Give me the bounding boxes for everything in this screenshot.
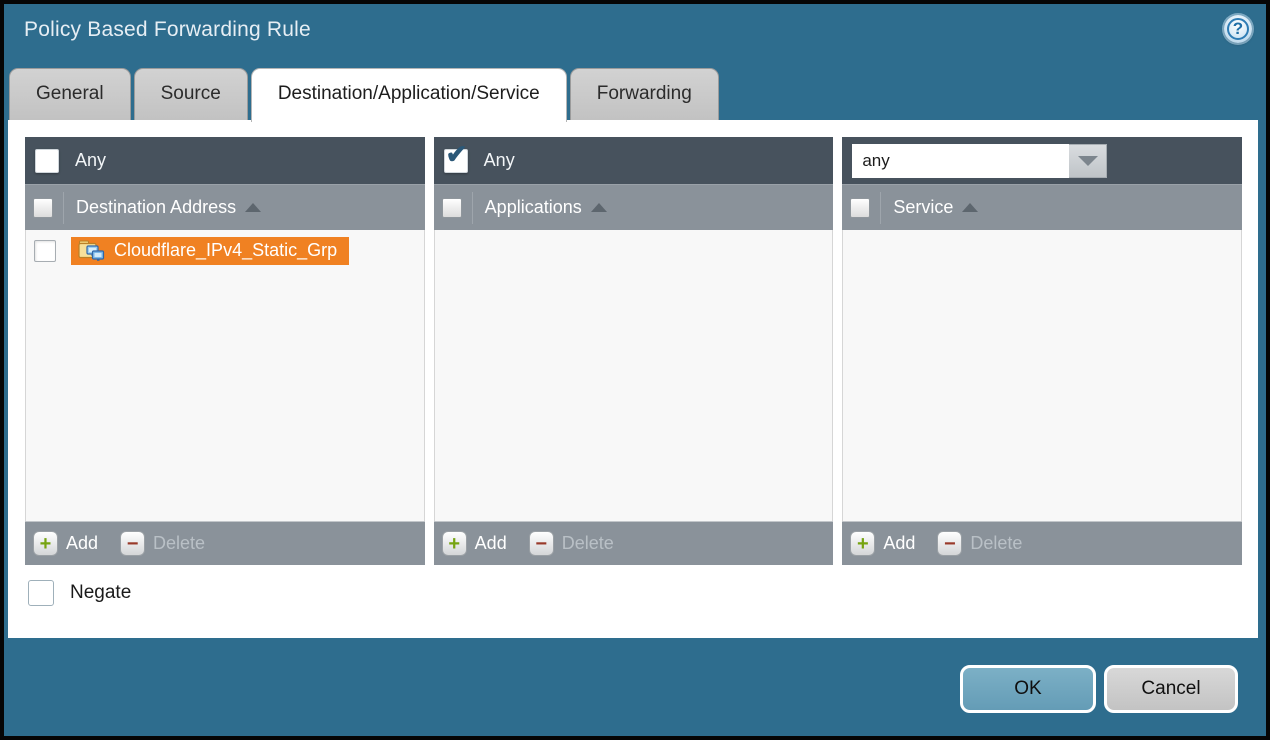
applications-list xyxy=(434,230,834,521)
applications-delete-button[interactable]: − Delete xyxy=(529,531,614,556)
applications-any-bar: ✔ Any xyxy=(434,137,834,184)
table-row: Cloudflare_IPv4_Static_Grp xyxy=(26,230,424,265)
service-list xyxy=(842,230,1242,521)
checkmark-icon: ✔ xyxy=(446,141,468,167)
destination-any-checkbox[interactable] xyxy=(35,149,59,173)
header-divider xyxy=(880,192,881,224)
minus-icon: − xyxy=(937,531,962,556)
destination-add-button[interactable]: + Add xyxy=(33,531,98,556)
service-dropdown[interactable]: any xyxy=(852,144,1107,178)
destination-list: Cloudflare_IPv4_Static_Grp xyxy=(25,230,425,521)
service-actions-bar: + Add − Delete xyxy=(842,521,1242,565)
service-add-button[interactable]: + Add xyxy=(850,531,915,556)
help-icon-ring xyxy=(1227,18,1249,40)
minus-icon: − xyxy=(120,531,145,556)
negate-option: Negate xyxy=(28,580,131,606)
destination-select-all-checkbox[interactable] xyxy=(33,198,53,218)
service-delete-button[interactable]: − Delete xyxy=(937,531,1022,556)
destination-column-header: Destination Address xyxy=(25,184,425,230)
destination-any-bar: Any xyxy=(25,137,425,184)
service-dropdown-value[interactable]: any xyxy=(852,144,1069,178)
service-header-label[interactable]: Service xyxy=(893,197,953,218)
destination-row-checkbox[interactable] xyxy=(34,240,56,262)
applications-add-button[interactable]: + Add xyxy=(442,531,507,556)
negate-checkbox[interactable] xyxy=(28,580,54,606)
sort-ascending-icon[interactable] xyxy=(962,203,978,212)
applications-any-checkbox[interactable]: ✔ xyxy=(444,149,468,173)
plus-icon: + xyxy=(850,531,875,556)
applications-header-label[interactable]: Applications xyxy=(485,197,582,218)
destination-row-item[interactable]: Cloudflare_IPv4_Static_Grp xyxy=(71,237,349,265)
ok-button[interactable]: OK xyxy=(960,665,1096,713)
sort-ascending-icon[interactable] xyxy=(245,203,261,212)
applications-any-label: Any xyxy=(484,150,515,171)
policy-forwarding-dialog: Policy Based Forwarding Rule ? General S… xyxy=(0,0,1270,740)
selector-columns: Any Destination Address xyxy=(25,137,1242,565)
destination-any-label: Any xyxy=(75,150,106,171)
tab-general[interactable]: General xyxy=(9,68,131,120)
plus-icon: + xyxy=(33,531,58,556)
destination-address-panel: Any Destination Address xyxy=(25,137,425,565)
applications-column-header: Applications xyxy=(434,184,834,230)
cancel-button[interactable]: Cancel xyxy=(1104,665,1238,713)
service-panel: any Service + Add xyxy=(842,137,1242,565)
destination-header-label[interactable]: Destination Address xyxy=(76,197,236,218)
tab-destination-application-service[interactable]: Destination/Application/Service xyxy=(251,68,567,122)
tab-content: Any Destination Address xyxy=(8,120,1258,638)
delete-button-label: Delete xyxy=(153,533,205,554)
delete-button-label: Delete xyxy=(970,533,1022,554)
service-dropdown-button[interactable] xyxy=(1069,144,1107,178)
sort-ascending-icon[interactable] xyxy=(591,203,607,212)
help-icon[interactable]: ? xyxy=(1224,15,1252,43)
tab-forwarding[interactable]: Forwarding xyxy=(570,68,719,120)
applications-actions-bar: + Add − Delete xyxy=(434,521,834,565)
address-group-icon xyxy=(78,240,105,261)
service-select-all-checkbox[interactable] xyxy=(850,198,870,218)
plus-icon: + xyxy=(442,531,467,556)
tab-source[interactable]: Source xyxy=(134,68,248,120)
tab-bar: General Source Destination/Application/S… xyxy=(9,68,719,120)
applications-panel: ✔ Any Applications + Add xyxy=(434,137,834,565)
service-column-header: Service xyxy=(842,184,1242,230)
header-divider xyxy=(472,192,473,224)
delete-button-label: Delete xyxy=(562,533,614,554)
destination-actions-bar: + Add − Delete xyxy=(25,521,425,565)
negate-label: Negate xyxy=(70,582,131,604)
minus-icon: − xyxy=(529,531,554,556)
dialog-title: Policy Based Forwarding Rule xyxy=(24,18,311,42)
add-button-label: Add xyxy=(883,533,915,554)
add-button-label: Add xyxy=(475,533,507,554)
header-divider xyxy=(63,192,64,224)
destination-delete-button[interactable]: − Delete xyxy=(120,531,205,556)
service-dropdown-bar: any xyxy=(842,137,1242,184)
chevron-down-icon xyxy=(1078,156,1098,166)
applications-select-all-checkbox[interactable] xyxy=(442,198,462,218)
add-button-label: Add xyxy=(66,533,98,554)
destination-row-label: Cloudflare_IPv4_Static_Grp xyxy=(114,240,337,261)
